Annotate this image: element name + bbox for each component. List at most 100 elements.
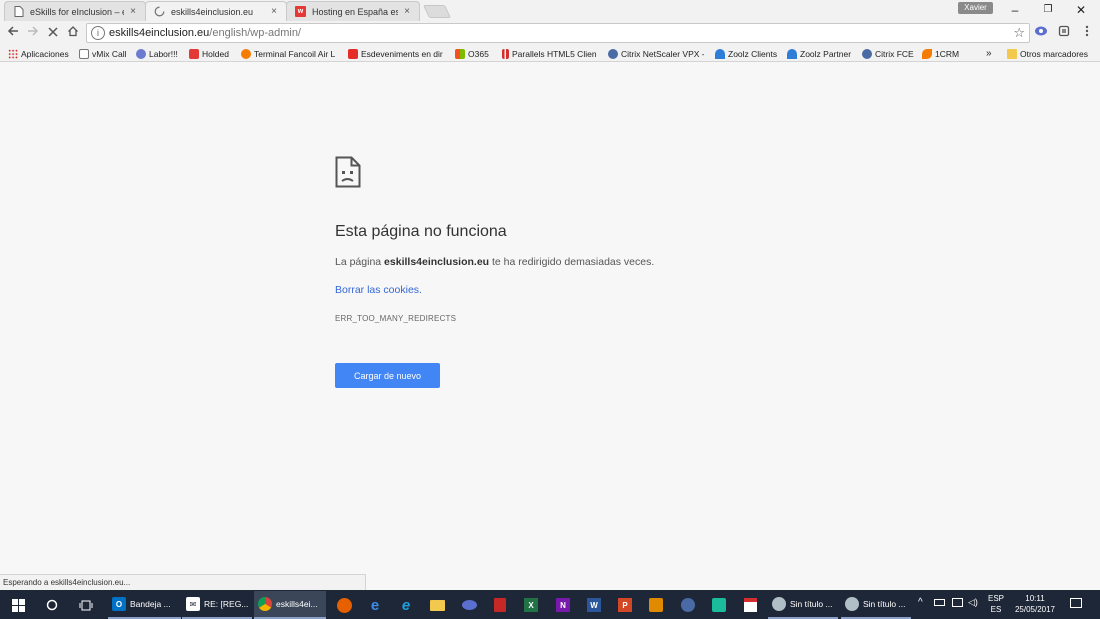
apps-grid-icon <box>8 48 18 59</box>
status-bubble: Esperando a eskills4einclusion.eu... <box>0 574 366 590</box>
tab-hosting[interactable]: w Hosting en España espe × <box>286 1 420 21</box>
holded-icon <box>189 48 199 59</box>
address-bar[interactable]: i eskills4einclusion.eu/english/wp-admin… <box>86 23 1030 43</box>
powerpoint-icon[interactable]: P <box>615 595 635 615</box>
tab-title: Hosting en España espe <box>312 6 398 17</box>
hosting-favicon-icon: w <box>295 6 306 17</box>
bookmark-o365[interactable]: O365 <box>455 47 489 60</box>
app-calculator-icon[interactable] <box>490 595 510 615</box>
page-content: Esta página no funciona La página eskill… <box>0 63 1100 590</box>
task-view-icon[interactable] <box>76 595 96 615</box>
clock-time: 10:11 <box>1025 594 1045 603</box>
clock[interactable]: 10:11 25/05/2017 <box>1010 593 1060 615</box>
extension-box-icon[interactable] <box>1055 24 1073 42</box>
tab-title: eskills4einclusion.eu <box>171 6 254 17</box>
tab-title: eSkills for eInclusion – e <box>30 6 124 17</box>
menu-kebab-icon[interactable] <box>1078 24 1096 42</box>
close-window-button[interactable]: ✕ <box>1065 2 1097 18</box>
network-globe-icon[interactable] <box>678 595 698 615</box>
bookmark-apps[interactable]: Aplicaciones <box>8 47 69 60</box>
cortana-search-icon[interactable] <box>42 595 62 615</box>
clock-date: 25/05/2017 <box>1014 605 1056 614</box>
new-tab-button[interactable] <box>422 5 452 18</box>
tray-battery-icon[interactable] <box>934 599 945 606</box>
file-explorer-icon[interactable] <box>427 595 447 615</box>
youtube-icon <box>348 48 358 59</box>
tab-eskills[interactable]: eSkills for eInclusion – e × <box>4 1 146 21</box>
zoolz-icon <box>787 48 797 59</box>
bookmark-parallels[interactable]: Parallels HTML5 Clien <box>502 47 598 60</box>
app-eye-icon[interactable] <box>459 595 479 615</box>
tab-close-icon[interactable]: × <box>127 6 139 17</box>
firefox-icon[interactable] <box>334 595 354 615</box>
clear-cookies-link[interactable]: Borrar las cookies. <box>335 284 422 296</box>
bookmark-citrix-fce[interactable]: Citrix FCE <box>862 47 914 60</box>
mail-icon: ✉ <box>186 597 200 611</box>
taskbar-app-outlook[interactable]: O Bandeja ... <box>108 591 181 619</box>
tab-close-icon[interactable]: × <box>401 6 413 17</box>
home-button[interactable] <box>64 24 82 42</box>
outlook-icon: O <box>112 597 126 611</box>
profile-button[interactable]: Xavier <box>958 2 993 14</box>
info-icon[interactable]: i <box>91 26 105 40</box>
reload-button[interactable]: Cargar de nuevo <box>335 363 440 388</box>
home-icon <box>68 26 78 37</box>
excel-icon[interactable]: X <box>521 595 541 615</box>
chrome-icon <box>258 597 272 611</box>
page-icon <box>13 6 24 17</box>
zoolz-icon <box>715 48 725 59</box>
taskbar-app-mail[interactable]: ✉ RE: [REG... <box>182 591 252 619</box>
1crm-icon <box>922 48 932 59</box>
page-icon <box>79 48 89 59</box>
extension-eye-icon[interactable] <box>1032 24 1050 42</box>
media-player-icon[interactable] <box>646 595 666 615</box>
loading-spinner-icon <box>154 6 165 17</box>
bookmark-1crm[interactable]: 1CRM <box>922 47 959 60</box>
address-path: /english/wp-admin/ <box>209 27 301 39</box>
windows-taskbar: O Bandeja ... ✉ RE: [REG... eskills4ei..… <box>0 590 1100 619</box>
labor-icon <box>136 48 146 59</box>
tray-chevron-up-icon[interactable]: ^ <box>918 597 923 608</box>
taskbar-app-paint-1[interactable]: Sin título ... <box>768 591 838 619</box>
language-indicator[interactable]: ESP ES <box>988 593 1004 615</box>
bookmark-esdeveniments[interactable]: Esdeveniments en dir <box>348 47 446 60</box>
bookmark-vmix[interactable]: vMix Call <box>79 47 126 60</box>
maximize-button[interactable]: ❐ <box>1032 2 1064 18</box>
bookmark-star-icon[interactable]: ☆ <box>1013 25 1025 41</box>
paint-icon <box>845 597 859 611</box>
onenote-icon[interactable]: N <box>553 595 573 615</box>
citrix-icon <box>608 48 618 59</box>
minimize-button[interactable]: – <box>999 2 1031 18</box>
tab-eskills-active[interactable]: eskills4einclusion.eu × <box>145 1 287 21</box>
bookmark-zoolz-clients[interactable]: Zoolz Clients <box>715 47 777 60</box>
bookmarks-bar: Aplicaciones vMix Call Labor!!! Holded T… <box>0 45 1100 62</box>
address-host: eskills4einclusion.eu <box>109 27 210 39</box>
error-title: Esta página no funciona <box>335 223 507 240</box>
forward-button[interactable] <box>24 24 42 42</box>
bookmark-labor[interactable]: Labor!!! <box>136 47 178 60</box>
wifi-app-icon[interactable] <box>709 595 729 615</box>
taskbar-app-paint-2[interactable]: Sin título ... <box>841 591 911 619</box>
back-arrow-icon <box>7 26 18 36</box>
tray-volume-icon[interactable]: ◁) <box>968 597 978 608</box>
edge-icon[interactable]: e <box>365 595 385 615</box>
bookmark-citrix-netscaler[interactable]: Citrix NetScaler VPX - <box>608 47 704 60</box>
bookmark-other-folder[interactable]: Otros marcadores <box>1007 47 1088 60</box>
bookmark-fancoil[interactable]: Terminal Fancoil Air L <box>241 47 341 60</box>
action-center-icon[interactable] <box>1070 598 1082 608</box>
bookmarks-more-button[interactable]: » <box>986 47 992 60</box>
bookmark-zoolz-partner[interactable]: Zoolz Partner <box>787 47 851 60</box>
tab-strip: eSkills for eInclusion – e × eskills4ein… <box>0 0 1100 21</box>
stop-button[interactable] <box>44 24 62 42</box>
internet-explorer-icon[interactable]: e <box>396 595 416 615</box>
tray-network-icon[interactable] <box>952 598 963 607</box>
windows-start-icon[interactable] <box>8 595 28 615</box>
fancoil-icon <box>241 48 251 59</box>
calendar-app-icon[interactable] <box>740 595 760 615</box>
stop-x-icon <box>48 27 58 37</box>
tab-close-icon[interactable]: × <box>268 6 280 17</box>
word-icon[interactable]: W <box>584 595 604 615</box>
taskbar-app-chrome[interactable]: eskills4ei... <box>254 591 326 619</box>
bookmark-holded[interactable]: Holded <box>189 47 229 60</box>
back-button[interactable] <box>4 24 22 42</box>
